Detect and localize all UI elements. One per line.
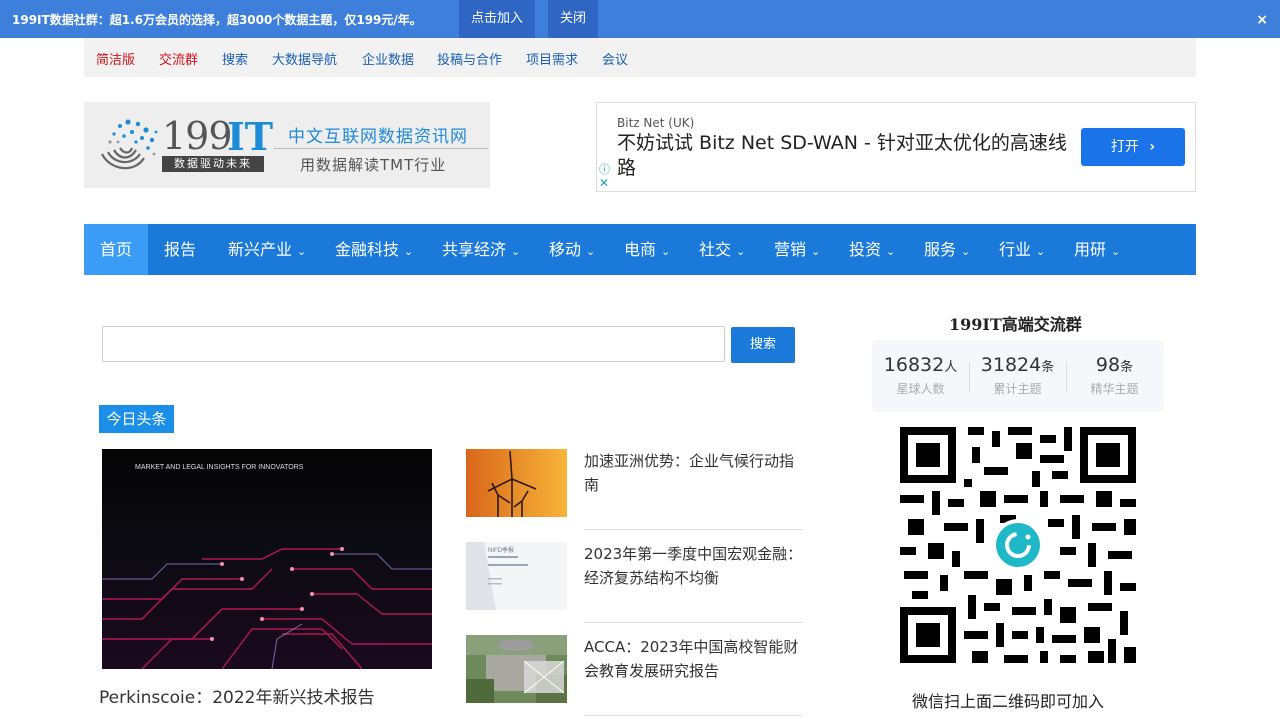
article-divider [584,715,802,716]
widget-title: 199IT高端交流群 [949,315,1082,334]
community-stats: 16832人 星球人数 31824条 累计主题 98条 精华主题 [872,340,1164,412]
nav-marketing[interactable]: 营销 ⌄ [774,224,820,275]
chevron-down-icon: ⌄ [961,245,971,258]
chevron-down-icon: ⌄ [297,245,307,258]
subnav-projects[interactable]: 项目需求 [526,49,578,68]
article-title[interactable]: 加速亚洲优势：企业气候行动指南 [584,449,804,497]
ad-close-icon[interactable]: ✕ [599,176,609,190]
subnav-simple-version[interactable]: 简洁版 [96,49,135,68]
article-divider [584,529,802,530]
main-nav: 首页 报告 新兴产业 ⌄ 金融科技 ⌄ 共享经济 ⌄ 移动 ⌄ 电商 ⌄ 社交 ⌄ 营销 ⌄ … [84,224,1196,275]
logo-tagline: 数据驱动未来 [162,156,264,172]
promo-close-button[interactable]: 关闭 [548,0,598,38]
article-thumb-report[interactable]: NIFD季报 [466,542,567,610]
logo-cn-title: 中文互联网数据资讯网 [288,127,468,147]
promo-join-button[interactable]: 点击加入 [459,0,535,38]
circuit-board-image: MARKET AND LEGAL INSIGHTS FOR INNOVATORS [102,449,432,669]
nav-fintech[interactable]: 金融科技 ⌄ [335,224,413,275]
ad-banner[interactable]: Bitz Net (UK) 不妨试试 Bitz Net SD-WAN - 针对亚… [596,102,1196,192]
nav-reports[interactable]: 报告 [164,224,196,275]
ad-open-label: 打开 [1110,139,1139,155]
nav-social[interactable]: 社交 ⌄ [699,224,745,275]
subnav-enterprise-data[interactable]: 企业数据 [362,49,414,68]
feature-image-caption: MARKET AND LEGAL INSIGHTS FOR INNOVATORS [135,464,304,471]
chevron-down-icon: ⌄ [886,245,896,258]
ad-info-icon[interactable]: ⓘ [599,161,610,177]
promo-text: 199IT数据社群：超1.6万会员的选择，超3000个数据主题，仅199元/年。 [12,13,422,27]
search-input[interactable] [102,326,725,362]
subnav-contribute[interactable]: 投稿与合作 [437,49,502,68]
chevron-down-icon: ⌄ [661,245,671,258]
report-cover-title: NIFD季报 [488,546,514,554]
nav-industry[interactable]: 行业 ⌄ [999,224,1045,275]
nav-emerging-industry[interactable]: 新兴产业 ⌄ [228,224,306,275]
chevron-down-icon: ⌄ [586,245,596,258]
article-thumb-wind[interactable] [466,449,567,517]
nav-services[interactable]: 服务 ⌄ [924,224,970,275]
logo-number: 199 [162,114,233,158]
secondary-nav: 简洁版 交流群 搜索 大数据导航 企业数据 投稿与合作 项目需求 会议 [84,38,1196,77]
chevron-down-icon: ⌄ [811,245,821,258]
promo-bar: 199IT数据社群：超1.6万会员的选择，超3000个数据主题，仅199元/年。… [0,0,1280,38]
article-divider [584,622,802,623]
ad-title[interactable]: 不妨试试 Bitz Net SD-WAN - 针对亚太优化的高速线路 [617,131,1067,181]
nav-home[interactable]: 首页 [84,224,148,275]
subnav-conference[interactable]: 会议 [602,49,628,68]
nav-investment[interactable]: 投资 ⌄ [849,224,895,275]
chevron-down-icon: ⌄ [1036,245,1046,258]
chevron-down-icon: ⌄ [1111,245,1121,258]
nav-user-research[interactable]: 用研 ⌄ [1074,224,1120,275]
qr-code [900,427,1136,663]
article-thumb-campus[interactable] [466,635,567,703]
headlines-label: 今日头条 [99,405,174,433]
nav-mobile[interactable]: 移动 ⌄ [549,224,595,275]
article-title[interactable]: 2023年第一季度中国宏观金融：经济复苏结构不均衡 [584,542,804,590]
subnav-bigdata-nav[interactable]: 大数据导航 [272,49,337,68]
ad-open-button[interactable]: 打开 › [1081,128,1185,166]
subnav-search[interactable]: 搜索 [222,49,248,68]
stat-members: 16832人 星球人数 [883,354,958,396]
logo-mark-icon [101,119,158,170]
campus-aerial-image [466,635,567,703]
logo-it: IT [227,114,274,159]
promo-dismiss-icon[interactable]: × [1256,12,1268,28]
search-button[interactable]: 搜索 [731,327,795,363]
nav-ecommerce[interactable]: 电商 ⌄ [624,224,670,275]
article-title[interactable]: ACCA：2023年中国高校智能财会教育发展研究报告 [584,635,804,683]
chevron-down-icon: ⌄ [511,245,521,258]
logo-cn-subtitle: 用数据解读TMT行业 [300,156,447,174]
chevron-down-icon: ⌄ [404,245,414,258]
nav-sharing-economy[interactable]: 共享经济 ⌄ [442,224,520,275]
stat-featured: 98条 精华主题 [1090,354,1139,396]
site-logo[interactable]: 199 IT 数据驱动未来 中文互联网数据资讯网 用数据解读TMT行业 [84,102,490,188]
report-cover-image: NIFD季报 [466,542,567,610]
ad-source: Bitz Net (UK) [617,116,695,130]
chevron-down-icon: ⌄ [736,245,746,258]
qr-caption: 微信扫上面二维码即可加入 [912,692,1105,711]
stat-topics: 31824条 累计主题 [980,354,1055,396]
logo-divider [274,148,488,149]
qr-code-icon [900,427,1136,663]
feature-title[interactable]: Perkinscoie：2022年新兴技术报告 [99,683,375,708]
subnav-community[interactable]: 交流群 [159,49,198,68]
wind-turbine-image [466,449,567,517]
chevron-right-icon: › [1149,139,1156,155]
feature-image[interactable]: MARKET AND LEGAL INSIGHTS FOR INNOVATORS [102,449,432,669]
